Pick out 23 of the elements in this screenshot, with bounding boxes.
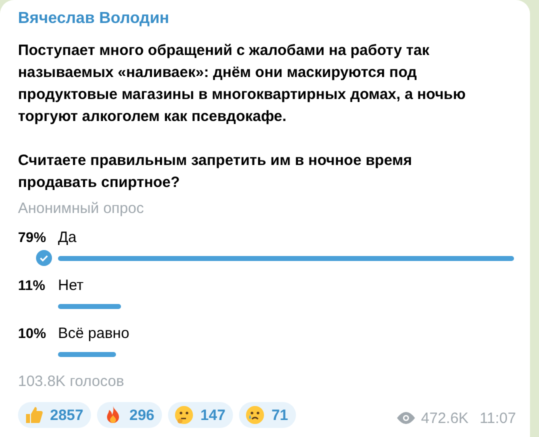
option-label: Нет	[58, 277, 84, 294]
poll-type: Анонимный опрос	[18, 200, 145, 217]
thinking-face-icon	[174, 405, 194, 425]
message-text: Поступает много обращений с жалобами на работу так называемых «наливаек»: днём они маскируются под продуктовые магазины в многоквартирных домах, а ночью торгуют алкоголем как псевдокафе.	[18, 41, 467, 127]
view-count: 472.6K	[421, 410, 469, 426]
message-time: 11:07	[480, 410, 516, 426]
reaction-button[interactable]: 2857	[18, 402, 92, 428]
result-bar	[58, 352, 116, 356]
reaction-button[interactable]: 296	[97, 402, 162, 428]
thumbs-up-icon	[24, 405, 44, 425]
option-percent: 10%	[18, 325, 48, 341]
author-name: Вячеслав Володин	[18, 10, 170, 29]
reaction-button[interactable]: 147	[168, 402, 234, 428]
eye-icon	[396, 411, 416, 425]
reaction-button[interactable]: 71	[239, 402, 296, 428]
option-percent: 79%	[18, 229, 48, 245]
option-percent: 11%	[18, 277, 46, 293]
option-label: Да	[58, 229, 77, 246]
vote-count: 103.8K голосов	[18, 373, 126, 390]
crying-face-icon	[245, 405, 266, 425]
message-text: Считаете правильным запретить им в ночное время продавать спиртное?	[18, 151, 413, 193]
option-label: Всё равно	[58, 325, 130, 342]
result-bar	[58, 304, 122, 308]
